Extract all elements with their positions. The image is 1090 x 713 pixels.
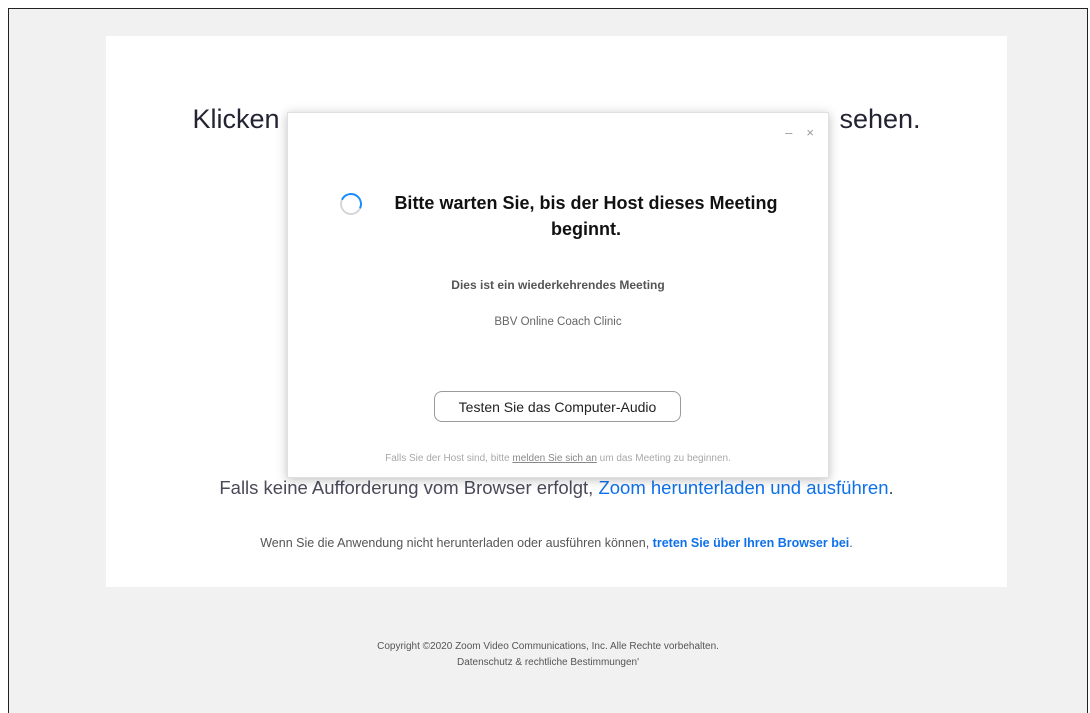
- browser-join-end: .: [849, 536, 853, 550]
- recurring-meeting-label: Dies ist ein wiederkehrendes Meeting: [451, 278, 665, 292]
- sign-in-link[interactable]: melden Sie sich an: [512, 453, 597, 464]
- privacy-link[interactable]: Datenschutz & rechtliche Bestimmungen': [9, 655, 1087, 671]
- fallback-text: Falls keine Aufforderung vom Browser erf…: [219, 477, 594, 498]
- test-computer-audio-button[interactable]: Testen Sie das Computer-Audio: [434, 391, 681, 422]
- browser-join-line: Wenn Sie die Anwendung nicht herunterlad…: [106, 536, 1007, 550]
- host-signin-note: Falls Sie der Host sind, bitte melden Si…: [288, 453, 828, 464]
- launch-heading-right: sehen.: [839, 104, 921, 134]
- browser-join-text: Wenn Sie die Anwendung nicht herunterlad…: [260, 536, 650, 550]
- host-note-suffix: um das Meeting zu beginnen.: [599, 453, 731, 464]
- launch-heading-left: Klicken: [192, 104, 280, 134]
- fallback-end: .: [888, 477, 894, 498]
- copyright-text: Copyright ©2020 Zoom Video Communication…: [377, 641, 719, 652]
- window-controls: – ×: [785, 125, 814, 140]
- minimize-icon[interactable]: –: [785, 125, 792, 140]
- browser-viewport: Klicken sehen. Falls keine Aufforderung v…: [8, 8, 1088, 713]
- waiting-for-host-dialog: – × Bitte warten Sie, bis der Host diese…: [287, 112, 829, 478]
- loading-spinner-icon: [336, 189, 366, 219]
- host-note-prefix: Falls Sie der Host sind, bitte: [385, 453, 510, 464]
- download-zoom-link[interactable]: Zoom herunterladen und ausführen: [598, 477, 888, 498]
- join-from-browser-link[interactable]: treten Sie über Ihren Browser bei: [653, 536, 850, 550]
- fallback-line: Falls keine Aufforderung vom Browser erf…: [106, 477, 1007, 499]
- close-icon[interactable]: ×: [806, 125, 814, 140]
- footer: Copyright ©2020 Zoom Video Communication…: [9, 639, 1087, 671]
- wait-message: Bitte warten Sie, bis der Host dieses Me…: [394, 193, 778, 239]
- meeting-name: BBV Online Coach Clinic: [494, 316, 622, 328]
